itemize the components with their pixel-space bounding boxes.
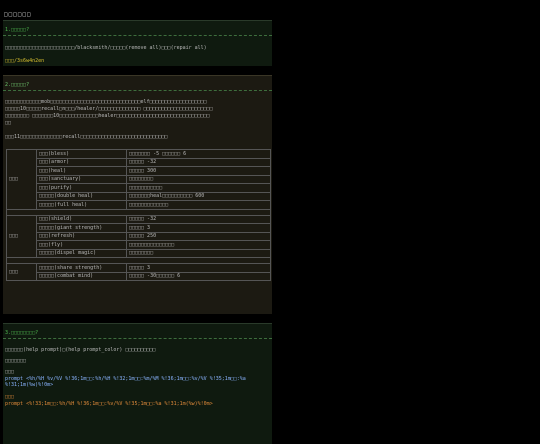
spell-name: □□□(refresh) — [36, 231, 127, 241]
spell-name: □□□□□(full heal) — [36, 200, 127, 210]
faq-section-healer: 2.□□□□□? □□□□□□□□□□□□mob□□□□□□□□□□□□□□□□… — [3, 75, 272, 314]
spell-row: □□□(heal) □□□□□ 300 — [7, 166, 271, 176]
spell-effect: □□□□□ -32 — [126, 214, 271, 224]
spell-row: □□□(refresh) □□□□□ 250 — [7, 231, 271, 241]
section-heading: 3.□□□□□□□□? — [5, 330, 39, 336]
spell-effect: □□□□□□□□□□□□□ — [126, 200, 271, 210]
section-heading: 1.□□□□□? — [5, 27, 30, 33]
spell-group-label: □□□ — [6, 263, 37, 281]
section-text: □□□□□□□□□□□□mob□□□□□□□□□□□□□□□□□□□□□□□□□… — [5, 99, 207, 105]
spell-effect: □□□□□□□□ — [126, 248, 271, 258]
spell-effect: □□□□□□□heal□□□□□□□□□□ 600 — [126, 191, 271, 201]
faq-section-equipment: 1.□□□□□? □□□□□□□□□□□□□□□□□□□□□□□/blacksm… — [3, 20, 272, 66]
example-label: □□□ — [5, 394, 15, 400]
section-text: □□□□□□□ — [5, 358, 27, 364]
spell-effect: □□□□□ 3 — [126, 263, 271, 273]
spell-effect: □□□□□ 3 — [126, 223, 271, 233]
section-divider — [3, 35, 272, 36]
spell-effect: □□□□□□□ -5 □□□□□□ 6 — [126, 149, 271, 159]
spell-effect: □□□□□□□□□□□ — [126, 183, 271, 193]
spell-name: □□□(shield) — [36, 214, 127, 224]
example-label: □□□ — [5, 369, 15, 375]
spell-name: □□□(heal) — [36, 166, 127, 176]
spell-row: □□□□□(dispel magic) □□□□□□□□ — [7, 248, 271, 258]
spell-group-label: □□□ — [6, 149, 37, 210]
section-divider — [3, 338, 272, 339]
spell-row: □□□□□(full heal) □□□□□□□□□□□□□ — [7, 200, 271, 210]
spell-effect: □□□□□ -32 — [126, 157, 271, 167]
section-text: □□□11□□□□□□□□□□□□□□recall□□□□□□□□□□□□□□□… — [5, 134, 168, 140]
spell-name: □□□□□(combat mind) — [36, 271, 127, 281]
spell-effect: □□□□□ -30□□□□□□ 6 — [126, 271, 271, 281]
spell-name: □□□(sanctuary) — [36, 174, 127, 184]
spell-name: □□□(armor) — [36, 157, 127, 167]
section-text-span: □□□□□10□□□□□recall□n□□□/healer/□□□□□□□□□… — [5, 106, 213, 112]
prompt-example-cont: %!31;1m(%w)%!0m> — [5, 382, 54, 388]
spell-group-label: □□□ — [6, 214, 37, 258]
spell-row: □□□(sanctuary) □□□□□□□□ — [7, 174, 271, 184]
spell-name: □□□□□(giant strength) — [36, 223, 127, 233]
spell-row: □□□ □□□(shield) □□□□□ -32 — [6, 214, 271, 258]
spell-name: □□□(bless) — [36, 149, 127, 159]
section-divider — [3, 90, 272, 91]
spell-row: □□□(purify) □□□□□□□□□□□ — [7, 183, 271, 193]
spell-name: □□□□□(double heal) — [36, 191, 127, 201]
section-text: □□□□□□□□□□□□□□□□□□□□□□□/blacksmith/□□□□□… — [5, 45, 207, 51]
faq-page: 1.□□□□□? □□□□□□□□□□□□□□□□□□□□□□□/blacksm… — [3, 20, 272, 444]
spell-name: □□□□□(dispel magic) — [36, 248, 127, 258]
section-text: □□□□□□□□ □□□□□□□10□□□□□□□□□□□□□healer□□□… — [5, 113, 210, 119]
spell-name: □□□□□(share strength) — [36, 263, 127, 273]
spell-row: □□□□□(giant strength) □□□□□ 3 — [7, 223, 271, 233]
spell-row: □□□□□(double heal) □□□□□□□heal□□□□□□□□□□ … — [7, 191, 271, 201]
spell-row: □□□(fly) □□□□□□□□□□□□□□□ — [7, 240, 271, 250]
spell-effect: □□□□□□□□□□□□□□□ — [126, 240, 271, 250]
spell-row: □□□□□(combat mind) □□□□□ -30□□□□□□ 6 — [7, 271, 271, 281]
spell-effect: □□□□□ 300 — [126, 166, 271, 176]
spell-row: □□□ □□□□□(share strength) □□□□□ 3 — [6, 263, 271, 281]
prompt-example: prompt <%!33;1m□□:%h/%H %!36;1m□□:%v/%V … — [5, 401, 213, 407]
section-text: □□ — [5, 120, 12, 126]
section-text: □□□□□□(help prompt)□(help prompt_color) … — [5, 347, 156, 353]
faq-section-prompt: 3.□□□□□□□□? □□□□□□(help prompt)□(help pr… — [3, 323, 272, 444]
spell-effect: □□□□□ 250 — [126, 231, 271, 241]
section-text: □□□□□10□□□□□recall□n□□□/healer/□□□□□□□□□… — [5, 106, 213, 112]
section-heading: 2.□□□□□? — [5, 82, 30, 88]
route-text: □□□/3s6w4n2en — [5, 58, 45, 64]
spell-name: □□□(purify) — [36, 183, 127, 193]
spell-table: □□□ □□□(bless) □□□□□□□ -5 □□□□□□ 6 □□□(armo… — [6, 149, 271, 281]
spell-row: □□□ □□□(bless) □□□□□□□ -5 □□□□□□ 6 — [6, 149, 271, 210]
spell-name: □□□(fly) — [36, 240, 127, 250]
spell-effect: □□□□□□□□ — [126, 174, 271, 184]
spell-row: □□□(armor) □□□□□ -32 — [7, 157, 271, 167]
page-title: □□□□□□ — [4, 11, 32, 18]
